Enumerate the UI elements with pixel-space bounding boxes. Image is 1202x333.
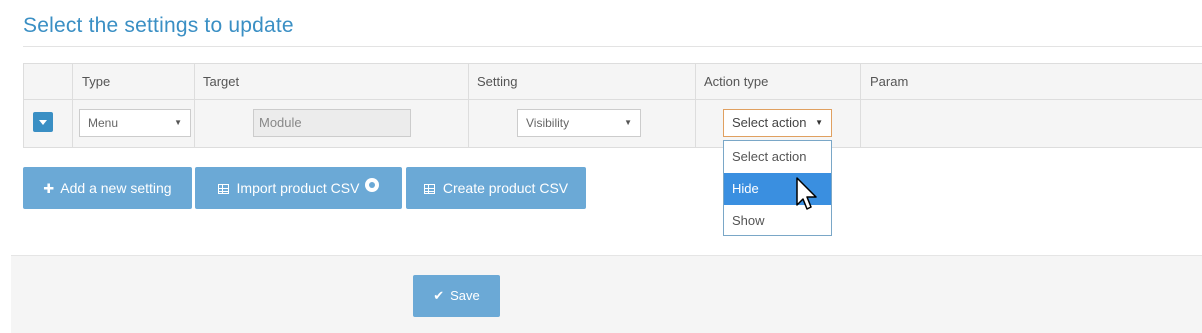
column-divider	[72, 64, 73, 148]
import-csv-button[interactable]: Import product CSV	[195, 167, 402, 209]
import-csv-label: Import product CSV	[236, 180, 360, 196]
dropdown-option-select-action[interactable]: Select action	[724, 141, 831, 173]
column-header-action-type: Action type	[704, 74, 769, 89]
target-input[interactable]: Module	[253, 109, 411, 137]
table-grid-icon	[217, 184, 229, 194]
info-circle-icon[interactable]	[365, 178, 380, 192]
column-header-type: Type	[82, 74, 111, 89]
form-footer	[11, 255, 1202, 333]
column-header-param: Param	[870, 74, 909, 89]
save-button[interactable]: ✔ Save	[413, 275, 500, 317]
create-csv-button[interactable]: Create product CSV	[406, 167, 586, 209]
table-row: Menu ▼ Module Visibility ▼ Select action…	[24, 100, 1202, 148]
column-header-target: Target	[203, 74, 240, 89]
target-input-value: Module	[259, 115, 302, 130]
setting-select-value: Visibility	[526, 116, 570, 130]
setting-select[interactable]: Visibility ▼	[517, 109, 641, 137]
column-header-setting: Setting	[477, 74, 518, 89]
table-header: Type Target Setting Action type Param	[24, 64, 1202, 100]
plus-icon: ✚	[43, 181, 55, 196]
column-divider	[194, 64, 195, 148]
settings-table: Type Target Setting Action type Param Me…	[23, 63, 1202, 148]
expand-row-button[interactable]	[33, 112, 53, 132]
type-select-value: Menu	[88, 116, 119, 130]
add-setting-button[interactable]: ✚ Add a new setting	[23, 167, 192, 209]
caret-down-icon: ▼	[174, 118, 182, 127]
table-grid-icon	[423, 184, 435, 194]
checkmark-icon: ✔	[433, 288, 445, 303]
column-divider	[695, 64, 696, 148]
column-divider	[468, 64, 469, 148]
create-csv-label: Create product CSV	[442, 180, 569, 196]
caret-down-icon: ▼	[624, 118, 632, 127]
title-divider	[23, 46, 1202, 47]
type-select[interactable]: Menu ▼	[79, 109, 191, 137]
page-title: Select the settings to update	[23, 14, 294, 37]
caret-down-icon: ▼	[815, 118, 823, 127]
column-divider	[860, 64, 861, 148]
save-label: Save	[450, 288, 480, 303]
action-type-select[interactable]: Select action ▼	[723, 109, 832, 137]
action-type-select-value: Select action	[732, 115, 807, 130]
add-setting-label: Add a new setting	[60, 180, 172, 196]
hand-pointer-icon	[796, 177, 817, 210]
